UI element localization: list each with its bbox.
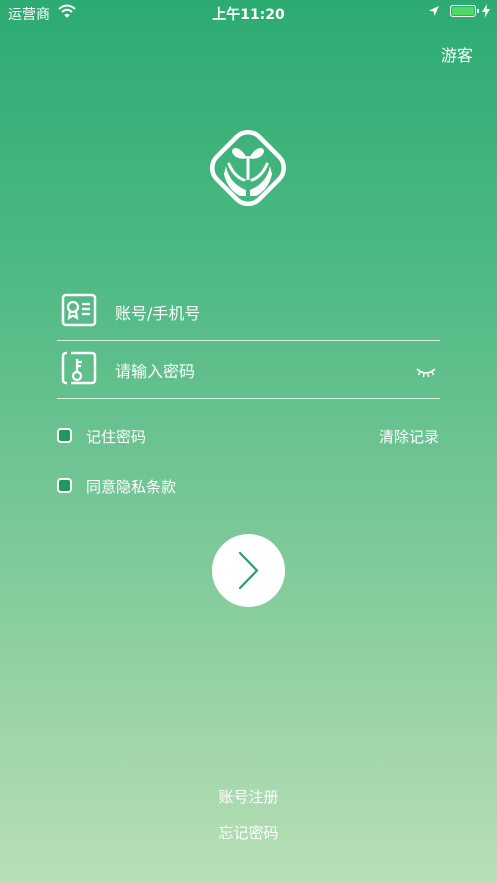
account-field[interactable]: 账号/手机号 bbox=[57, 283, 440, 341]
login-screen: 运营商 上午11:20 游客 账号/手机号 请输入密码 记住密码 清除记录 同意… bbox=[0, 0, 497, 883]
eye-closed-icon[interactable] bbox=[416, 363, 436, 378]
key-icon bbox=[61, 350, 97, 386]
chevron-right-icon bbox=[238, 551, 259, 590]
account-input[interactable]: 账号/手机号 bbox=[115, 300, 200, 324]
login-button[interactable] bbox=[212, 534, 285, 607]
password-field[interactable]: 请输入密码 bbox=[57, 341, 440, 399]
battery-icon bbox=[450, 5, 479, 17]
location-arrow-icon bbox=[428, 5, 440, 21]
remember-password-checkbox[interactable] bbox=[57, 428, 72, 443]
guest-button[interactable]: 游客 bbox=[441, 42, 473, 66]
register-link[interactable]: 账号注册 bbox=[0, 786, 497, 807]
status-bar: 运营商 上午11:20 bbox=[0, 0, 497, 26]
agree-privacy-checkbox[interactable] bbox=[57, 478, 72, 493]
remember-password-label: 记住密码 bbox=[86, 428, 147, 446]
id-card-icon bbox=[61, 292, 97, 328]
password-input[interactable]: 请输入密码 bbox=[115, 358, 195, 382]
agree-privacy-label: 同意隐私条款 bbox=[86, 478, 177, 496]
charging-bolt-icon bbox=[482, 4, 490, 22]
sprout-hands-logo-icon bbox=[196, 116, 300, 220]
status-time: 上午11:20 bbox=[212, 7, 285, 23]
clear-records-button[interactable]: 清除记录 bbox=[379, 426, 439, 447]
forgot-password-link[interactable]: 忘记密码 bbox=[0, 822, 497, 843]
